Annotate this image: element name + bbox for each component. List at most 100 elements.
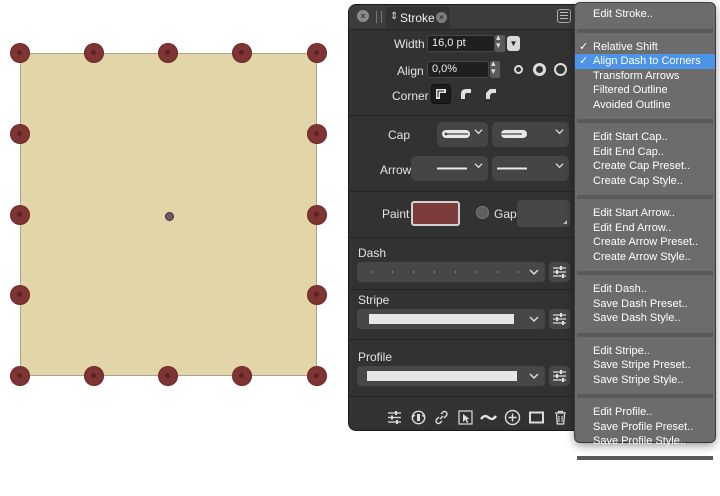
node-handle[interactable] bbox=[307, 43, 327, 63]
round-cap-icon bbox=[442, 130, 470, 138]
align-outside-radio[interactable] bbox=[554, 63, 567, 76]
node-handle[interactable] bbox=[307, 366, 327, 386]
menu-item-label: Edit Profile.. bbox=[593, 406, 653, 418]
node-handle[interactable] bbox=[232, 366, 252, 386]
node-handle[interactable] bbox=[307, 205, 327, 225]
scale-with-object-icon[interactable] bbox=[410, 409, 427, 426]
gap-toggle[interactable] bbox=[476, 206, 489, 219]
end-arrow-dropdown[interactable] bbox=[492, 156, 569, 181]
adjust-settings-icon[interactable] bbox=[386, 409, 403, 426]
panel-bottom-toolbar bbox=[349, 405, 581, 430]
node-handle[interactable] bbox=[158, 366, 178, 386]
menu-item[interactable]: Edit Start Cap.. bbox=[575, 130, 715, 145]
node-handle[interactable] bbox=[307, 124, 327, 144]
menu-item[interactable]: Save Preset.. bbox=[575, 467, 715, 482]
menu-item[interactable]: ✓ Align Dash to Corners bbox=[575, 54, 715, 69]
start-arrow-dropdown[interactable] bbox=[411, 156, 488, 181]
align-stepper[interactable] bbox=[490, 58, 500, 78]
node-handle[interactable] bbox=[10, 285, 30, 305]
link-icon[interactable] bbox=[433, 409, 450, 426]
dash-pattern-preview bbox=[371, 271, 519, 273]
menu-item[interactable]: Edit Stripe.. bbox=[575, 344, 715, 359]
wave-stroke-icon[interactable] bbox=[480, 409, 497, 426]
corner-miter-button[interactable] bbox=[431, 84, 451, 104]
menu-item[interactable]: ✓ Relative Shift bbox=[575, 40, 715, 55]
menu-item[interactable]: Transform Arrows bbox=[575, 69, 715, 84]
menu-item[interactable]: Save Stripe Style.. bbox=[575, 373, 715, 388]
miter-join-icon bbox=[436, 89, 446, 99]
gap-color-well[interactable] bbox=[517, 200, 570, 227]
panel-grip-icon[interactable] bbox=[376, 11, 382, 23]
add-icon[interactable] bbox=[504, 409, 521, 426]
dash-settings-button[interactable] bbox=[549, 262, 570, 282]
align-center-radio[interactable] bbox=[533, 63, 546, 76]
menu-item[interactable]: Edit End Cap.. bbox=[575, 145, 715, 160]
menu-item[interactable]: Edit Dash.. bbox=[575, 282, 715, 297]
node-handle[interactable] bbox=[10, 366, 30, 386]
square-cap-icon bbox=[501, 130, 527, 138]
close-tab-icon[interactable]: × bbox=[436, 12, 447, 23]
menu-item[interactable]: Create Cap Style.. bbox=[575, 174, 715, 189]
menu-item[interactable]: Edit Start Arrow.. bbox=[575, 206, 715, 221]
width-stepper[interactable] bbox=[495, 32, 505, 52]
menu-item[interactable]: Create Arrow Style.. bbox=[575, 250, 715, 265]
trash-icon[interactable] bbox=[552, 409, 569, 426]
menu-item[interactable]: Edit Profile.. bbox=[575, 405, 715, 420]
menu-separator bbox=[577, 455, 713, 460]
tab-reorder-icon: ⇕ bbox=[390, 11, 399, 22]
node-handle[interactable] bbox=[84, 366, 104, 386]
align-inside-radio[interactable] bbox=[514, 65, 523, 74]
dash-pattern-dropdown[interactable] bbox=[357, 262, 545, 282]
start-cap-dropdown[interactable] bbox=[437, 122, 488, 147]
stripe-preview bbox=[369, 314, 514, 324]
menu-item-label: Edit Start Arrow.. bbox=[593, 207, 675, 219]
menu-item[interactable]: Save Stripe Preset.. bbox=[575, 358, 715, 373]
menu-item[interactable]: Save Profile Preset.. bbox=[575, 420, 715, 435]
node-handle[interactable] bbox=[10, 124, 30, 144]
menu-item[interactable]: Save Dash Preset.. bbox=[575, 297, 715, 312]
menu-item-label: Avoided Outline bbox=[593, 98, 671, 111]
node-handle[interactable] bbox=[10, 205, 30, 225]
menu-item[interactable]: Save Profile Style.. bbox=[575, 434, 715, 449]
stripe-dropdown[interactable] bbox=[357, 309, 545, 329]
node-handle[interactable] bbox=[158, 43, 178, 63]
menu-item[interactable]: Edit Stroke.. bbox=[575, 7, 715, 22]
profile-dropdown[interactable] bbox=[357, 366, 545, 386]
menu-item[interactable]: Filtered Outline bbox=[575, 83, 715, 98]
stripe-settings-button[interactable] bbox=[549, 309, 570, 329]
close-panel-icon[interactable]: × bbox=[357, 10, 369, 22]
menu-item-label: Edit End Arrow.. bbox=[593, 221, 672, 234]
node-handle[interactable] bbox=[10, 43, 30, 63]
menu-item[interactable]: Avoided Outline bbox=[575, 98, 715, 113]
menu-item[interactable]: Create Arrow Preset.. bbox=[575, 235, 715, 250]
menu-item[interactable]: Save Dash Style.. bbox=[575, 311, 715, 326]
node-handle[interactable] bbox=[84, 43, 104, 63]
width-field[interactable]: 16,0 pt bbox=[427, 35, 495, 52]
tab-stroke[interactable]: ⇕ Stroke × bbox=[386, 7, 450, 29]
corner-round-button[interactable] bbox=[456, 84, 476, 104]
stroke-panel: × ⇕ Stroke × Width 16,0 pt ▼ Align 0,0% … bbox=[349, 5, 581, 430]
align-field[interactable]: 0,0% bbox=[427, 61, 489, 78]
select-pointer-icon[interactable] bbox=[457, 409, 474, 426]
panel-menu-button[interactable] bbox=[557, 9, 571, 23]
node-handle[interactable] bbox=[307, 285, 327, 305]
corner-bevel-button[interactable] bbox=[481, 84, 501, 104]
menu-item[interactable]: Create Cap Preset.. bbox=[575, 159, 715, 174]
menu-item-label: Transform Arrows bbox=[593, 69, 680, 82]
menu-item-label: Edit End Cap.. bbox=[593, 145, 664, 158]
menu-item[interactable]: Edit End Arrow.. bbox=[575, 221, 715, 236]
profile-settings-button[interactable] bbox=[549, 366, 570, 386]
menu-item[interactable]: Save Style.. bbox=[575, 481, 715, 496]
menu-item-label: Save Profile Preset.. bbox=[593, 420, 694, 433]
rectangle-icon[interactable] bbox=[528, 409, 545, 426]
menu-item-label: Save Dash Preset.. bbox=[593, 297, 688, 310]
chevron-down-icon bbox=[555, 129, 564, 135]
sliders-icon bbox=[553, 266, 566, 278]
width-dropdown-button[interactable]: ▼ bbox=[507, 36, 520, 51]
rotation-center-handle[interactable] bbox=[164, 211, 174, 221]
paint-color-well[interactable] bbox=[411, 201, 460, 226]
panel-tab-bar: × ⇕ Stroke × bbox=[349, 5, 581, 30]
end-cap-dropdown[interactable] bbox=[492, 122, 569, 147]
node-handle[interactable] bbox=[232, 43, 252, 63]
menu-item-label: Save Style.. bbox=[593, 482, 652, 494]
